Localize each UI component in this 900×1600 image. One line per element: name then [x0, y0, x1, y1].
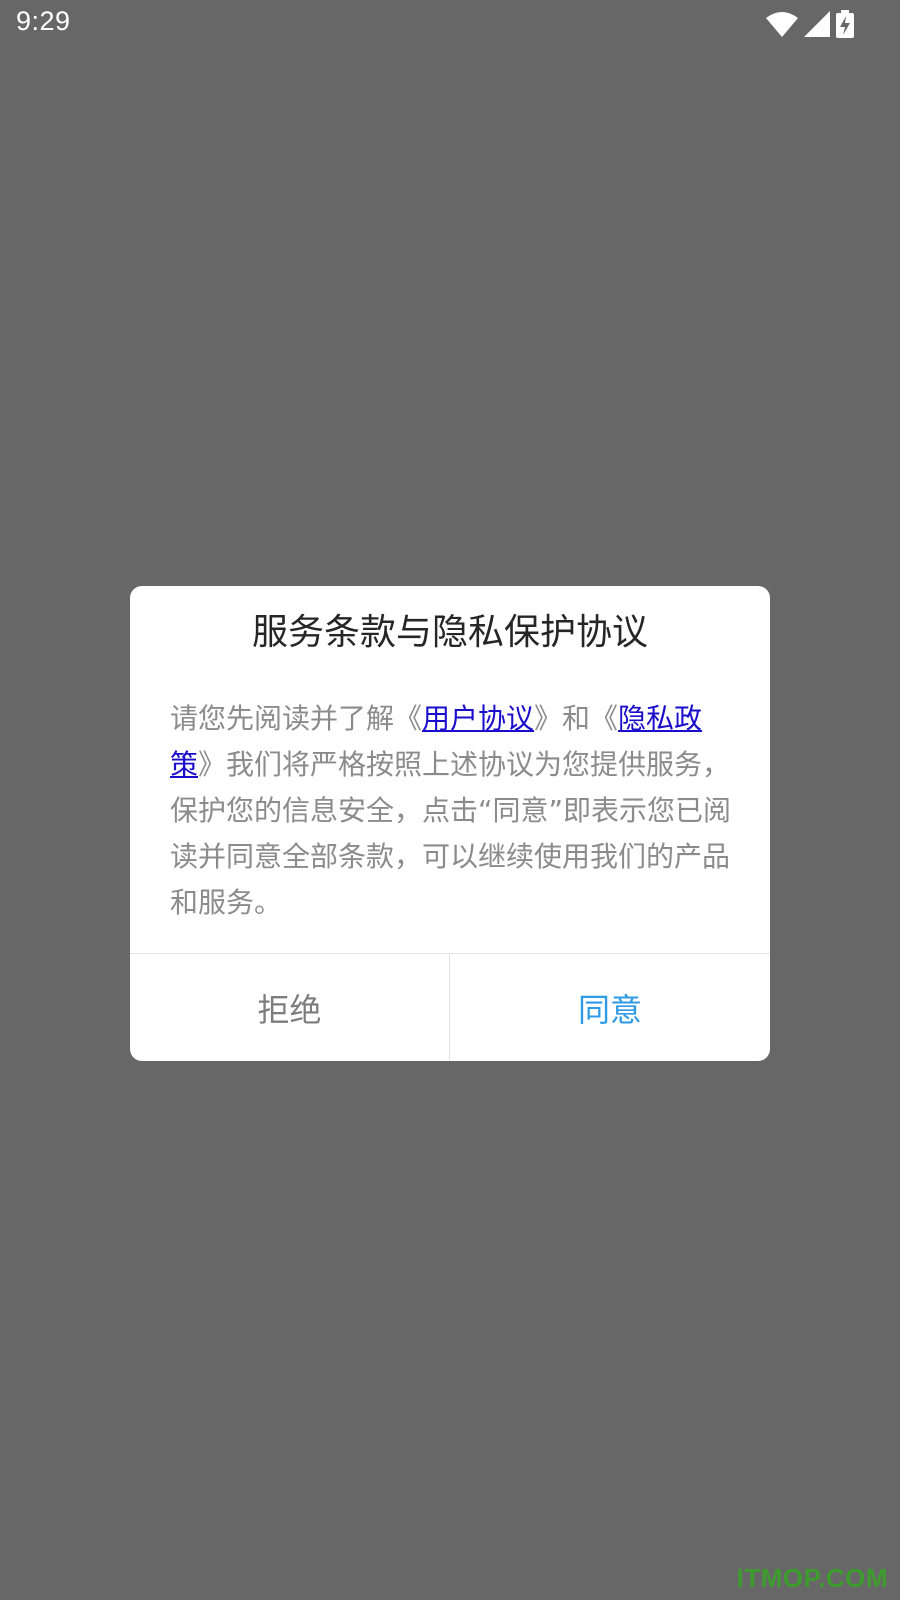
reject-button[interactable]: 拒绝: [130, 954, 449, 1061]
dialog-body: 请您先阅读并了解《用户协议》和《隐私政策》我们将严格按照上述协议为您提供服务，保…: [170, 696, 742, 926]
watermark: ITMOP.COM: [736, 1563, 888, 1593]
body-text-prefix: 请您先阅读并了解《: [170, 702, 423, 735]
user-agreement-link[interactable]: 用户协议: [422, 702, 534, 735]
status-bar: 9:29: [0, 0, 900, 48]
battery-charging-icon: [836, 10, 854, 38]
body-text-suffix: 》我们将严格按照上述协议为您提供服务，保护您的信息安全，点击“同意”即表示您已阅…: [170, 748, 732, 919]
signal-icon: [804, 11, 830, 37]
wifi-icon: [766, 12, 798, 37]
status-icons: [760, 9, 854, 39]
privacy-agreement-dialog: 服务条款与隐私保护协议 请您先阅读并了解《用户协议》和《隐私政策》我们将严格按照…: [130, 586, 770, 1061]
dialog-title: 服务条款与隐私保护协议: [251, 612, 648, 653]
body-text-middle: 》和《: [534, 702, 619, 735]
agree-button[interactable]: 同意: [450, 954, 770, 1061]
status-time: 9:29: [16, 6, 71, 36]
